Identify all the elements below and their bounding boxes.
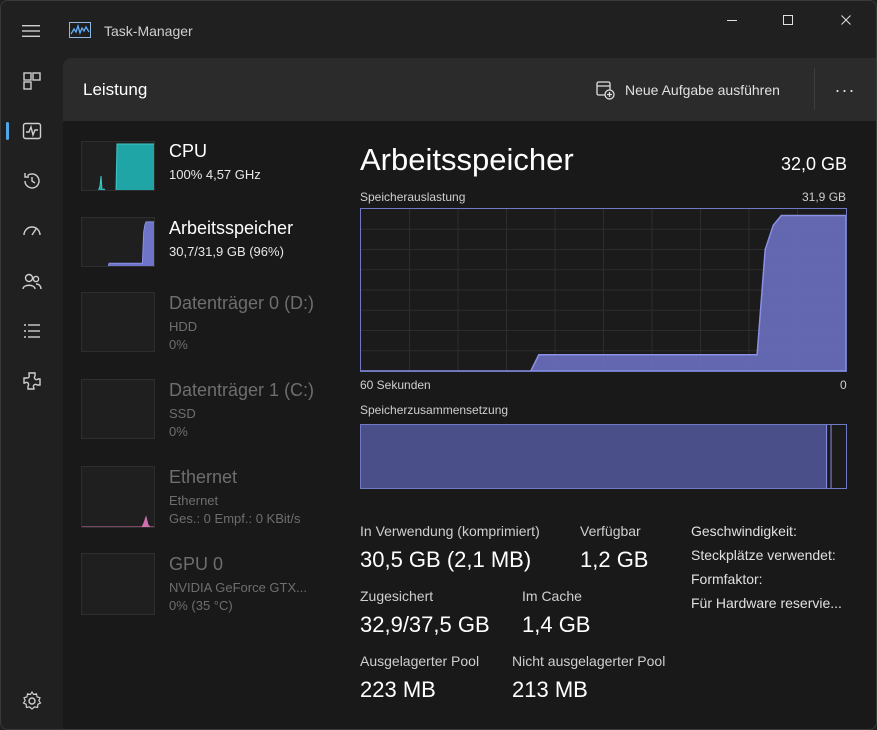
settings-gear-icon[interactable]	[21, 690, 43, 712]
detail-form-factor-label: Formfaktor:	[691, 571, 763, 587]
app-history-icon[interactable]	[21, 170, 43, 192]
perf-item-ethernet[interactable]: Ethernet Ethernet Ges.: 0 Empf.: 0 KBit/…	[73, 462, 333, 542]
perf-item-detail: HDD	[169, 319, 198, 334]
cpu-thumbnail-svg	[98, 143, 154, 190]
processes-icon[interactable]	[21, 70, 43, 92]
disk-0-thumbnail-graph	[81, 292, 155, 352]
usage-axis-right: 0	[840, 378, 847, 392]
stat-cached-label: Im Cache	[522, 588, 582, 604]
perf-item-detail: Ethernet	[169, 493, 219, 508]
task-manager-app-icon	[69, 22, 91, 38]
perf-item-usage: 0%	[169, 424, 188, 439]
memory-thumbnail-graph	[81, 217, 155, 267]
memory-usage-svg	[361, 209, 847, 372]
perf-item-disk-1[interactable]: Datenträger 1 (C:) SSD 0%	[73, 375, 333, 455]
maximize-button[interactable]	[765, 7, 811, 33]
perf-item-usage: 0%	[169, 337, 188, 352]
stat-in-use-value: 30,5 GB (2,1 MB)	[360, 547, 532, 572]
stat-in-use-label: In Verwendung (komprimiert)	[360, 523, 540, 539]
command-bar-divider	[814, 68, 815, 110]
usage-axis-left: 60 Sekunden	[360, 378, 431, 392]
ethernet-thumbnail-svg	[82, 515, 154, 527]
perf-item-detail: 100% 4,57 GHz	[169, 167, 261, 182]
memory-composition-svg	[361, 425, 832, 488]
perf-item-throughput: Ges.: 0 Empf.: 0 KBit/s	[169, 511, 301, 526]
performance-icon[interactable]	[21, 120, 43, 142]
usage-graph-max: 31,9 GB	[802, 190, 847, 204]
detail-speed-label: Geschwindigkeit:	[691, 523, 797, 539]
perf-item-detail: NVIDIA GeForce GTX...	[169, 580, 307, 595]
window-title: Task-Manager	[104, 23, 193, 39]
perf-item-name: Datenträger 0 (D:)	[169, 293, 315, 313]
perf-item-name: CPU	[169, 141, 208, 161]
hamburger-menu-icon[interactable]	[21, 23, 41, 39]
disk-1-thumbnail-graph	[81, 379, 155, 439]
perf-item-name: Datenträger 1 (C:)	[169, 380, 315, 400]
startup-apps-icon[interactable]	[21, 220, 43, 242]
services-icon[interactable]	[21, 370, 43, 392]
detail-hardware-reserved-label: Für Hardware reservie...	[691, 595, 842, 611]
nav-selection-indicator	[6, 122, 9, 140]
perf-item-disk-0[interactable]: Datenträger 0 (D:) HDD 0%	[73, 288, 333, 368]
new-task-button[interactable]: Neue Aufgabe ausführen	[595, 76, 780, 104]
perf-item-detail: 30,7/31,9 GB (96%)	[169, 244, 284, 259]
stat-nonpaged-pool-label: Nicht ausgelagerter Pool	[512, 653, 666, 669]
close-icon	[841, 15, 851, 25]
memory-thumbnail-svg	[107, 221, 154, 266]
stat-committed-value: 32,9/37,5 GB	[360, 612, 490, 637]
new-task-icon	[596, 81, 615, 100]
details-icon[interactable]	[21, 320, 43, 342]
memory-usage-graph	[360, 208, 847, 372]
perf-item-detail: SSD	[169, 406, 196, 421]
more-options-icon: ···	[834, 79, 856, 100]
command-bar: Leistung Neue Aufgabe ausführen ···	[63, 58, 876, 121]
stat-nonpaged-pool-value: 213 MB	[512, 677, 588, 702]
perf-item-cpu[interactable]: CPU 100% 4,57 GHz	[73, 131, 333, 211]
close-button[interactable]	[823, 7, 869, 33]
memory-total: 32,0 GB	[781, 154, 848, 174]
task-manager-window: Task-Manager Leistung Neue Aufgabe ausfü…	[0, 0, 877, 730]
performance-list: CPU 100% 4,57 GHz Arbeitsspeicher 30,7/3…	[63, 121, 343, 729]
page-title: Leistung	[83, 80, 148, 99]
users-icon[interactable]	[21, 270, 43, 292]
perf-item-name: Arbeitsspeicher	[169, 218, 294, 238]
usage-graph-label: Speicherauslastung	[360, 190, 466, 204]
title-bar: Task-Manager	[1, 1, 876, 58]
more-options-button[interactable]: ···	[829, 76, 861, 104]
minimize-button[interactable]	[709, 7, 755, 33]
perf-item-gpu[interactable]: GPU 0 NVIDIA GeForce GTX... 0% (35 °C)	[73, 549, 333, 629]
cpu-thumbnail-graph	[81, 141, 155, 191]
perf-item-name: Ethernet	[169, 467, 238, 487]
perf-item-name: GPU 0	[169, 554, 224, 574]
perf-item-memory[interactable]: Arbeitsspeicher 30,7/31,9 GB (96%)	[73, 208, 333, 288]
memory-title: Arbeitsspeicher	[360, 142, 574, 177]
detail-slots-label: Steckplätze verwendet:	[691, 547, 836, 563]
minimize-icon	[727, 20, 737, 21]
stat-available-label: Verfügbar	[580, 523, 641, 539]
stat-paged-pool-value: 223 MB	[360, 677, 436, 702]
disk-1-thumbnail-svg	[82, 380, 155, 439]
stat-available-value: 1,2 GB	[580, 547, 649, 572]
composition-in-use	[361, 425, 827, 488]
ethernet-thumbnail-graph	[81, 466, 155, 528]
gpu-thumbnail-graph	[81, 553, 155, 615]
content-area: Leistung Neue Aufgabe ausführen ··· CPU …	[63, 58, 876, 729]
maximize-icon	[783, 15, 793, 25]
perf-item-usage: 0% (35 °C)	[169, 598, 233, 613]
navigation-rail	[1, 58, 63, 729]
stat-cached-value: 1,4 GB	[522, 612, 591, 637]
disk-0-thumbnail-svg	[82, 293, 155, 352]
stat-paged-pool-label: Ausgelagerter Pool	[360, 653, 480, 669]
stat-committed-label: Zugesichert	[360, 588, 434, 604]
new-task-label: Neue Aufgabe ausführen	[625, 82, 780, 98]
composition-label: Speicherzusammensetzung	[360, 403, 509, 417]
memory-composition-bar	[360, 424, 847, 489]
